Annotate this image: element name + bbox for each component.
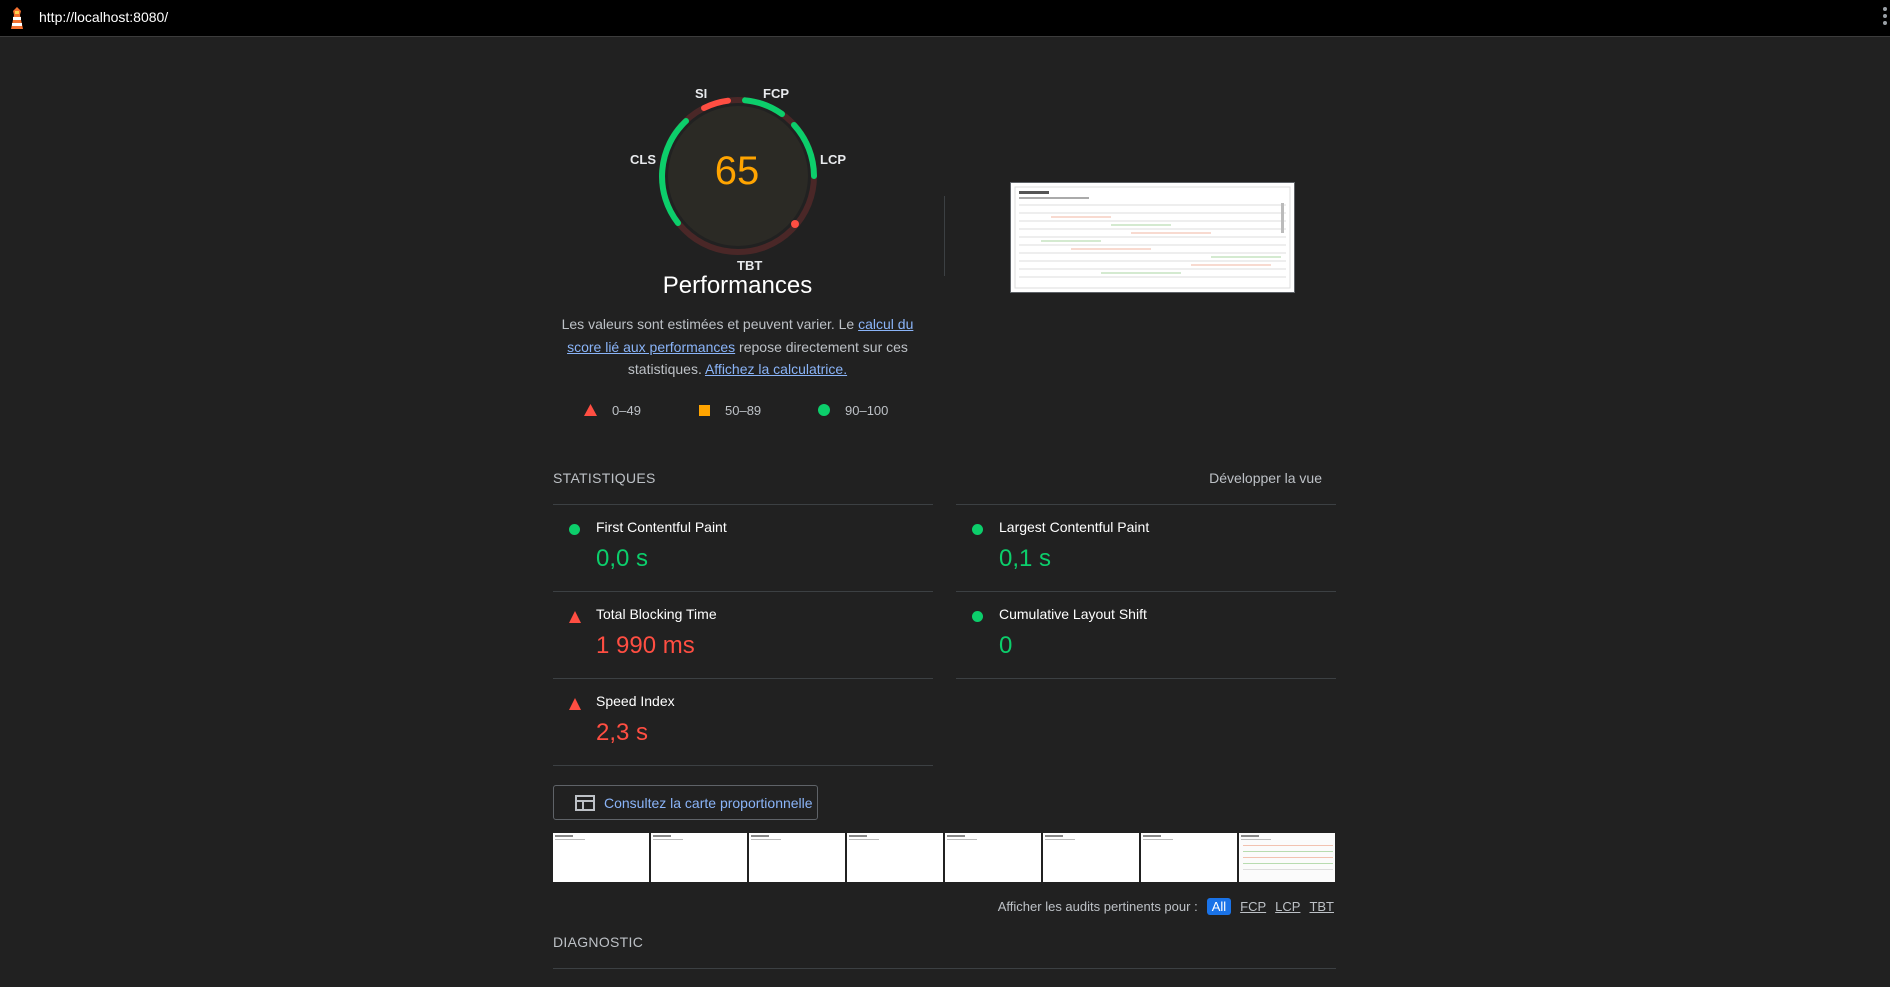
gauge-label-lcp: LCP <box>820 152 846 167</box>
filmstrip-frame <box>1239 833 1335 882</box>
audit-filter: Afficher les audits pertinents pour : Al… <box>998 898 1334 915</box>
metric-name: First Contentful Paint <box>596 519 727 535</box>
filter-chip-tbt[interactable]: TBT <box>1309 899 1334 914</box>
filter-chip-all[interactable]: All <box>1206 898 1232 915</box>
page-url[interactable]: http://localhost:8080/ <box>39 9 168 25</box>
filmstrip-frame <box>651 833 747 882</box>
metric-value: 0,1 s <box>999 545 1052 572</box>
filmstrip-frame <box>553 833 649 882</box>
filmstrip-frame <box>749 833 845 882</box>
gauge-label-tbt: TBT <box>737 258 763 273</box>
diagnostics-title: DIAGNOSTIC <box>553 934 644 950</box>
pass-circle-icon <box>818 404 830 416</box>
pass-circle-icon <box>569 524 580 535</box>
pass-circle-icon <box>972 611 983 622</box>
gauge-label-fcp: FCP <box>763 86 789 101</box>
metric-value: 2,3 s <box>596 719 649 746</box>
fail-triangle-icon <box>569 611 581 623</box>
metrics-section-title: STATISTIQUES <box>553 470 656 486</box>
gauge-arc-si <box>701 97 731 111</box>
vertical-divider <box>944 196 945 276</box>
divider <box>553 765 933 766</box>
average-square-icon <box>699 405 710 416</box>
pass-circle-icon <box>972 524 983 535</box>
metric-value: 1 990 ms <box>596 632 695 659</box>
performance-description: Les valeurs sont estimées et peuvent var… <box>557 313 918 381</box>
filmstrip-frame <box>1141 833 1237 882</box>
metric-tbt: Total Blocking Time 1 990 ms <box>553 592 931 678</box>
gauge-label-si: SI <box>695 86 708 101</box>
treemap-label: Consultez la carte proportionnelle <box>604 795 813 811</box>
gauge-label-cls: CLS <box>630 152 656 167</box>
audit-filter-label: Afficher les audits pertinents pour : <box>997 899 1198 914</box>
metric-cls: Cumulative Layout Shift 0 <box>956 592 1334 678</box>
metric-name: Cumulative Layout Shift <box>999 606 1147 622</box>
legend-average: 50–89 <box>725 403 762 418</box>
expand-view-toggle[interactable]: Développer la vue <box>1209 470 1322 486</box>
filter-chip-lcp[interactable]: LCP <box>1275 899 1300 914</box>
gauge-arc-tbt <box>791 220 799 228</box>
filmstrip-frame <box>847 833 943 882</box>
fail-triangle-icon <box>584 404 597 416</box>
metric-fcp: First Contentful Paint 0,0 s <box>553 505 931 591</box>
metric-value: 0,0 s <box>596 545 649 572</box>
filter-chip-fcp[interactable]: FCP <box>1240 899 1266 914</box>
description-text-1: Les valeurs sont estimées et peuvent var… <box>561 316 859 332</box>
fail-triangle-icon <box>569 698 581 710</box>
performance-title: Performances <box>662 272 813 299</box>
metric-lcp: Largest Contentful Paint 0,1 s <box>956 505 1334 591</box>
metric-si: Speed Index 2,3 s <box>553 679 931 765</box>
divider <box>956 678 1336 679</box>
divider <box>553 968 1336 969</box>
filmstrip-frame <box>945 833 1041 882</box>
metric-name: Total Blocking Time <box>596 606 717 622</box>
metric-name: Speed Index <box>596 693 675 709</box>
more-options-icon[interactable] <box>1882 7 1888 29</box>
final-screenshot[interactable] <box>1010 182 1295 293</box>
legend-pass: 90–100 <box>845 403 889 418</box>
calculator-link[interactable]: Affichez la calculatrice. <box>705 361 847 377</box>
filmstrip-frame <box>1043 833 1139 882</box>
metric-value: 0 <box>999 632 1013 659</box>
lighthouse-logo-icon <box>11 7 23 29</box>
browser-bar: http://localhost:8080/ <box>0 0 1890 37</box>
performance-score: 65 <box>714 149 760 193</box>
treemap-button[interactable]: Consultez la carte proportionnelle <box>553 785 818 820</box>
legend-fail: 0–49 <box>612 403 641 418</box>
filmstrip <box>553 833 1335 882</box>
metric-name: Largest Contentful Paint <box>999 519 1150 535</box>
treemap-icon <box>575 795 595 811</box>
